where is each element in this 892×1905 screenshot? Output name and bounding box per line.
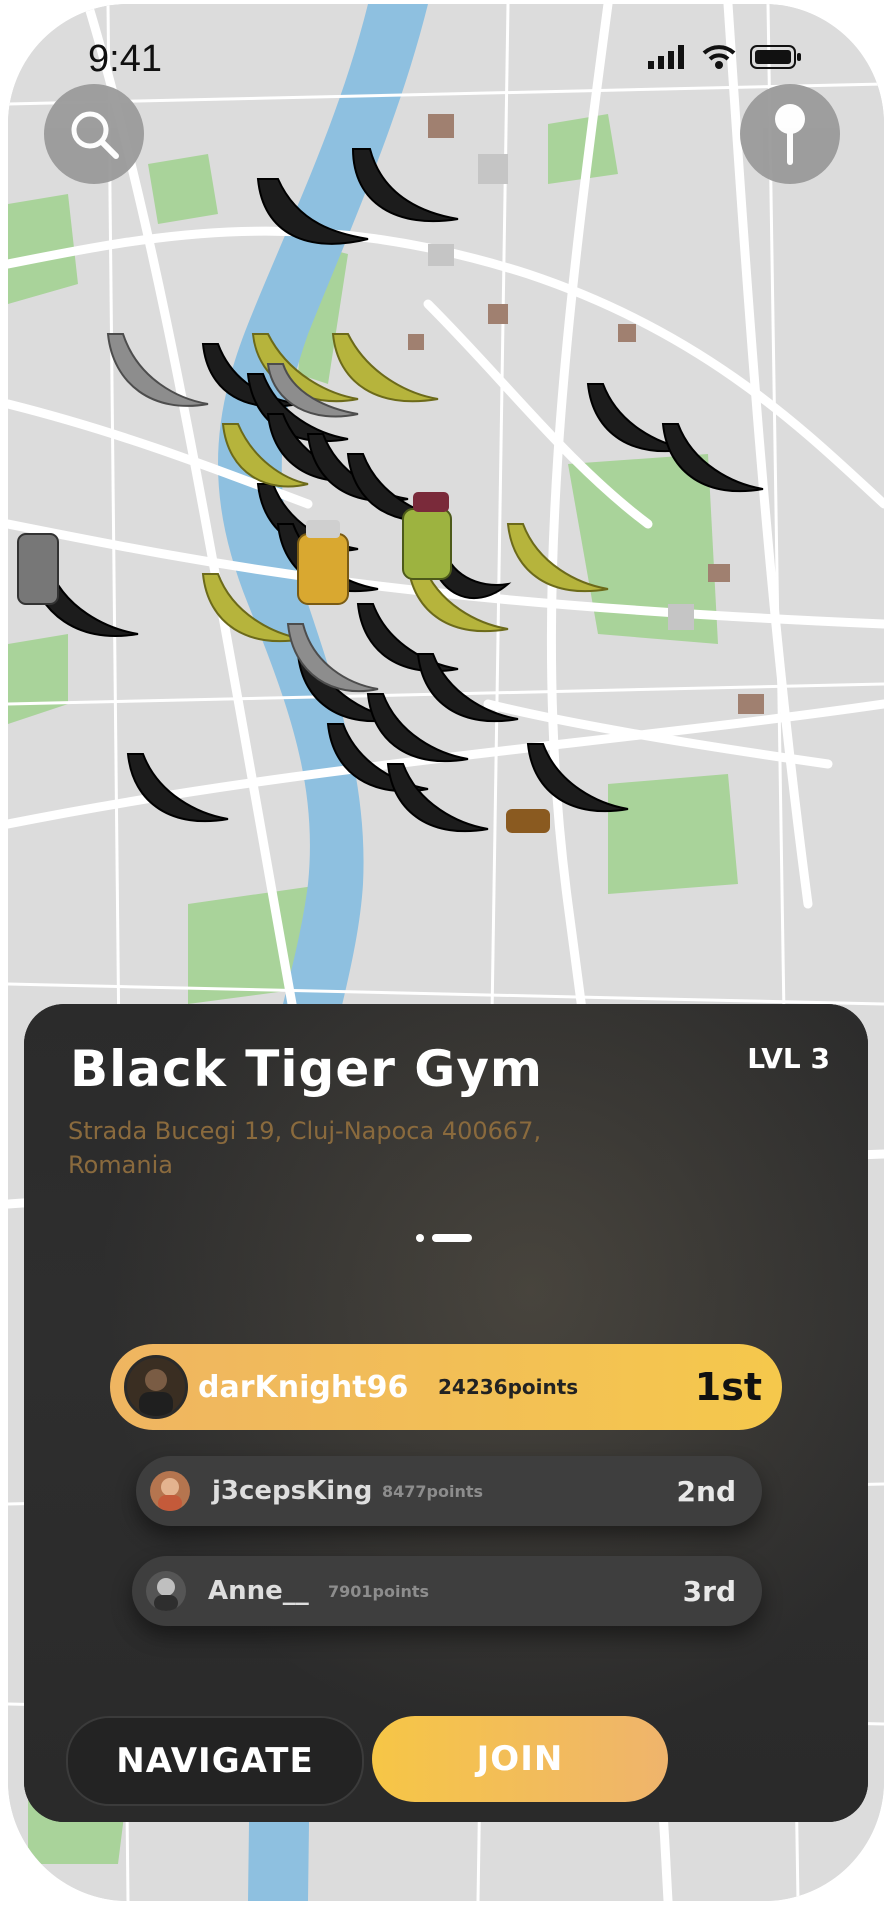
wifi-icon: [702, 45, 736, 69]
status-icons: [648, 44, 802, 70]
location-pin-button[interactable]: [740, 84, 840, 184]
pin-icon: [775, 104, 805, 165]
leaderboard-rank: 2nd: [676, 1474, 736, 1508]
leaderboard-rank: 3rd: [682, 1574, 736, 1608]
signal-icon: [648, 45, 684, 69]
search-icon: [71, 111, 119, 159]
venue-name: Black Tiger Gym: [70, 1040, 544, 1098]
venue-level-badge: LVL 3: [747, 1042, 830, 1075]
page-indicator[interactable]: [416, 1234, 472, 1242]
leaderboard-row-3[interactable]: Anne__ 7901points 3rd: [132, 1556, 762, 1626]
avatar: [124, 1355, 188, 1419]
phone-screen: 9:41 Black Tiger Gym LVL 3 Strada Bucegi…: [8, 4, 884, 1901]
leaderboard-row-1[interactable]: darKnight96 24236points 1st: [110, 1344, 782, 1430]
navigate-button[interactable]: NAVIGATE: [66, 1716, 364, 1806]
venue-address: Strada Bucegi 19, Cluj-Napoca 400667, Ro…: [68, 1117, 542, 1179]
avatar: [146, 1571, 186, 1611]
leaderboard-points: 24236points: [438, 1375, 579, 1399]
leaderboard-rank: 1st: [694, 1365, 762, 1409]
status-time: 9:41: [88, 38, 162, 80]
venue-sheet: Black Tiger Gym LVL 3 Strada Bucegi 19, …: [24, 1004, 868, 1822]
leaderboard-row-2[interactable]: j3cepsKing 8477points 2nd: [136, 1456, 762, 1526]
leaderboard-name: Anne__: [208, 1576, 309, 1606]
battery-icon: [750, 45, 801, 69]
search-button[interactable]: [44, 84, 144, 184]
status-bar: 9:41: [8, 4, 884, 114]
leaderboard-points: 8477points: [382, 1481, 484, 1501]
leaderboard-points: 7901points: [328, 1581, 430, 1601]
avatar: [150, 1471, 190, 1511]
page-dot-active: [432, 1234, 472, 1242]
leaderboard-name: j3cepsKing: [212, 1476, 373, 1506]
leaderboard-name: darKnight96: [198, 1369, 409, 1405]
join-button[interactable]: JOIN: [372, 1716, 668, 1802]
page-dot: [416, 1234, 424, 1242]
